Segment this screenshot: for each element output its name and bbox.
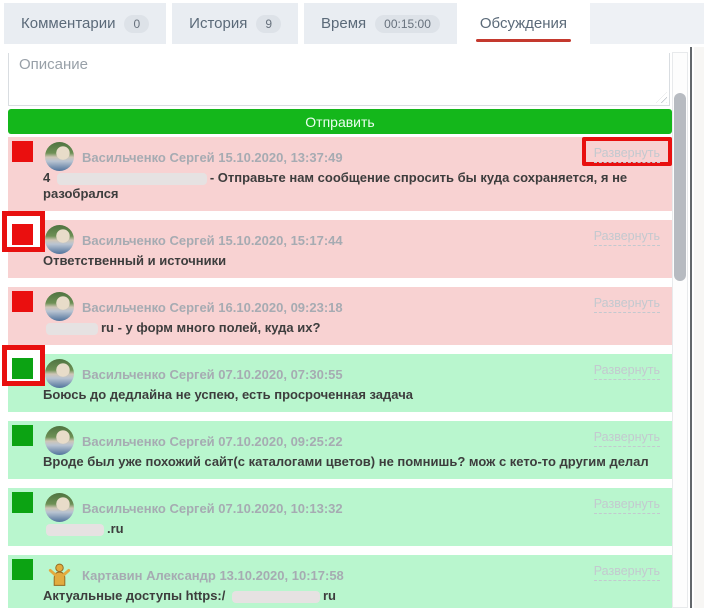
message-text: .ru <box>107 521 124 536</box>
message-text: Актуальные доступы https:/ <box>43 588 229 603</box>
tab-bar: Комментарии 0 История 9 Время 00:15:00 О… <box>0 0 704 47</box>
comment-message: 4 - Отправьте нам сообщение спросить бы … <box>43 170 658 202</box>
avatar <box>45 225 74 254</box>
avatar <box>45 493 74 522</box>
redacted-text <box>46 323 98 335</box>
status-square <box>12 291 33 312</box>
tab-time[interactable]: Время 00:15:00 <box>304 3 457 44</box>
tab-history-count-badge: 9 <box>256 15 281 33</box>
tab-history[interactable]: История 9 <box>172 3 298 44</box>
status-square <box>12 141 33 162</box>
message-text: Вроде был уже похожий сайт(с каталогами … <box>43 454 649 469</box>
scrollbar-thumb[interactable] <box>674 93 686 281</box>
status-square <box>12 559 33 580</box>
tab-bar-filler <box>590 3 704 44</box>
avatar <box>45 560 74 589</box>
message-line: .ru <box>43 521 658 537</box>
status-square <box>12 224 33 245</box>
comment-author: Васильченко Сергей <box>82 300 218 315</box>
message-line: Вроде был уже похожий сайт(с каталогами … <box>43 454 658 470</box>
comment-list: Васильченко Сергей 15.10.2020, 13:37:49 … <box>8 137 672 608</box>
message-input[interactable]: Описание <box>8 53 670 106</box>
message-line: ru - у форм много полей, куда их? <box>43 320 658 336</box>
tab-discussions[interactable]: Обсуждения <box>463 3 584 44</box>
scrollbar-track[interactable] <box>672 52 688 608</box>
avatar <box>45 426 74 455</box>
comment-row: Васильченко Сергей 07.10.2020, 09:25:22 … <box>8 421 672 479</box>
status-square <box>12 425 33 446</box>
discussion-panel: Описание Отправить Васильченко Сергей 15… <box>0 47 692 608</box>
redacted-text <box>232 591 320 603</box>
tab-discussions-label: Обсуждения <box>480 15 567 32</box>
comment-datetime: 15.10.2020, 15:17:44 <box>218 233 342 248</box>
comment-message: .ru <box>43 521 658 537</box>
message-line: 4 - Отправьте нам сообщение спросить бы … <box>43 170 658 202</box>
gold-figure-icon <box>45 560 74 589</box>
tab-comments-label: Комментарии <box>21 15 115 32</box>
comment-message: Боюсь до дедлайна не успею, есть просроч… <box>43 387 658 403</box>
redacted-text <box>57 173 207 185</box>
comment-author: Васильченко Сергей <box>82 501 218 516</box>
tab-comments-count-badge: 0 <box>124 15 149 33</box>
comment-message: Ответственный и источники <box>43 253 658 269</box>
comment-datetime: 13.10.2020, 10:17:58 <box>219 568 343 583</box>
comment-author: Картавин Александр <box>82 568 219 583</box>
expand-link[interactable]: Развернуть <box>594 229 660 246</box>
comment-message: Вроде был уже похожий сайт(с каталогами … <box>43 454 658 470</box>
message-text: 4 <box>43 170 54 185</box>
status-square <box>12 358 33 379</box>
comment-row: Васильченко Сергей 07.10.2020, 10:13:32 … <box>8 488 672 546</box>
comment-author: Васильченко Сергей <box>82 367 218 382</box>
comment-message: Актуальные доступы https:/ ru ag 20 <box>43 588 658 608</box>
message-line: Актуальные доступы https:/ ru <box>43 588 658 604</box>
comment-row: Васильченко Сергей 15.10.2020, 15:17:44 … <box>8 220 672 278</box>
tab-history-label: История <box>189 15 247 32</box>
right-gutter <box>694 47 704 608</box>
tab-comments[interactable]: Комментарии 0 <box>4 3 166 44</box>
message-text: Боюсь до дедлайна не успею, есть просроч… <box>43 387 413 402</box>
expand-link[interactable]: Развернуть <box>594 564 660 581</box>
comment-row: Васильченко Сергей 15.10.2020, 13:37:49 … <box>8 137 672 211</box>
expand-link[interactable]: Развернуть <box>594 146 660 163</box>
expand-link[interactable]: Развернуть <box>594 430 660 447</box>
resize-handle-icon[interactable] <box>656 92 667 103</box>
comment-datetime: 07.10.2020, 10:13:32 <box>218 501 342 516</box>
comment-datetime: 07.10.2020, 07:30:55 <box>218 367 342 382</box>
active-tab-underline <box>476 39 571 42</box>
message-line: Ответственный и источники <box>43 253 658 269</box>
avatar <box>45 359 74 388</box>
expand-link[interactable]: Развернуть <box>594 363 660 380</box>
tab-time-value-badge: 00:15:00 <box>375 15 440 33</box>
comment-row: Картавин Александр 13.10.2020, 10:17:58 … <box>8 555 672 608</box>
message-input-placeholder: Описание <box>19 56 88 73</box>
avatar <box>45 142 74 171</box>
comment-message: ru - у форм много полей, куда их? <box>43 320 658 336</box>
comment-author: Васильченко Сергей <box>82 150 218 165</box>
comment-author: Васильченко Сергей <box>82 233 218 248</box>
tab-time-label: Время <box>321 15 366 32</box>
comment-datetime: 07.10.2020, 09:25:22 <box>218 434 342 449</box>
expand-link[interactable]: Развернуть <box>594 497 660 514</box>
message-text: ru - у форм много полей, куда их? <box>101 320 320 335</box>
redacted-text <box>46 524 104 536</box>
message-text: ru <box>323 588 336 603</box>
expand-link[interactable]: Развернуть <box>594 296 660 313</box>
comment-datetime: 16.10.2020, 09:23:18 <box>218 300 342 315</box>
message-text: Ответственный и источники <box>43 253 226 268</box>
status-square <box>12 492 33 513</box>
comment-datetime: 15.10.2020, 13:37:49 <box>218 150 342 165</box>
avatar <box>45 292 74 321</box>
send-button[interactable]: Отправить <box>8 109 672 134</box>
comment-row: Васильченко Сергей 07.10.2020, 07:30:55 … <box>8 354 672 412</box>
comment-row: Васильченко Сергей 16.10.2020, 09:23:18 … <box>8 287 672 345</box>
message-line: Боюсь до дедлайна не успею, есть просроч… <box>43 387 658 403</box>
comment-author: Васильченко Сергей <box>82 434 218 449</box>
